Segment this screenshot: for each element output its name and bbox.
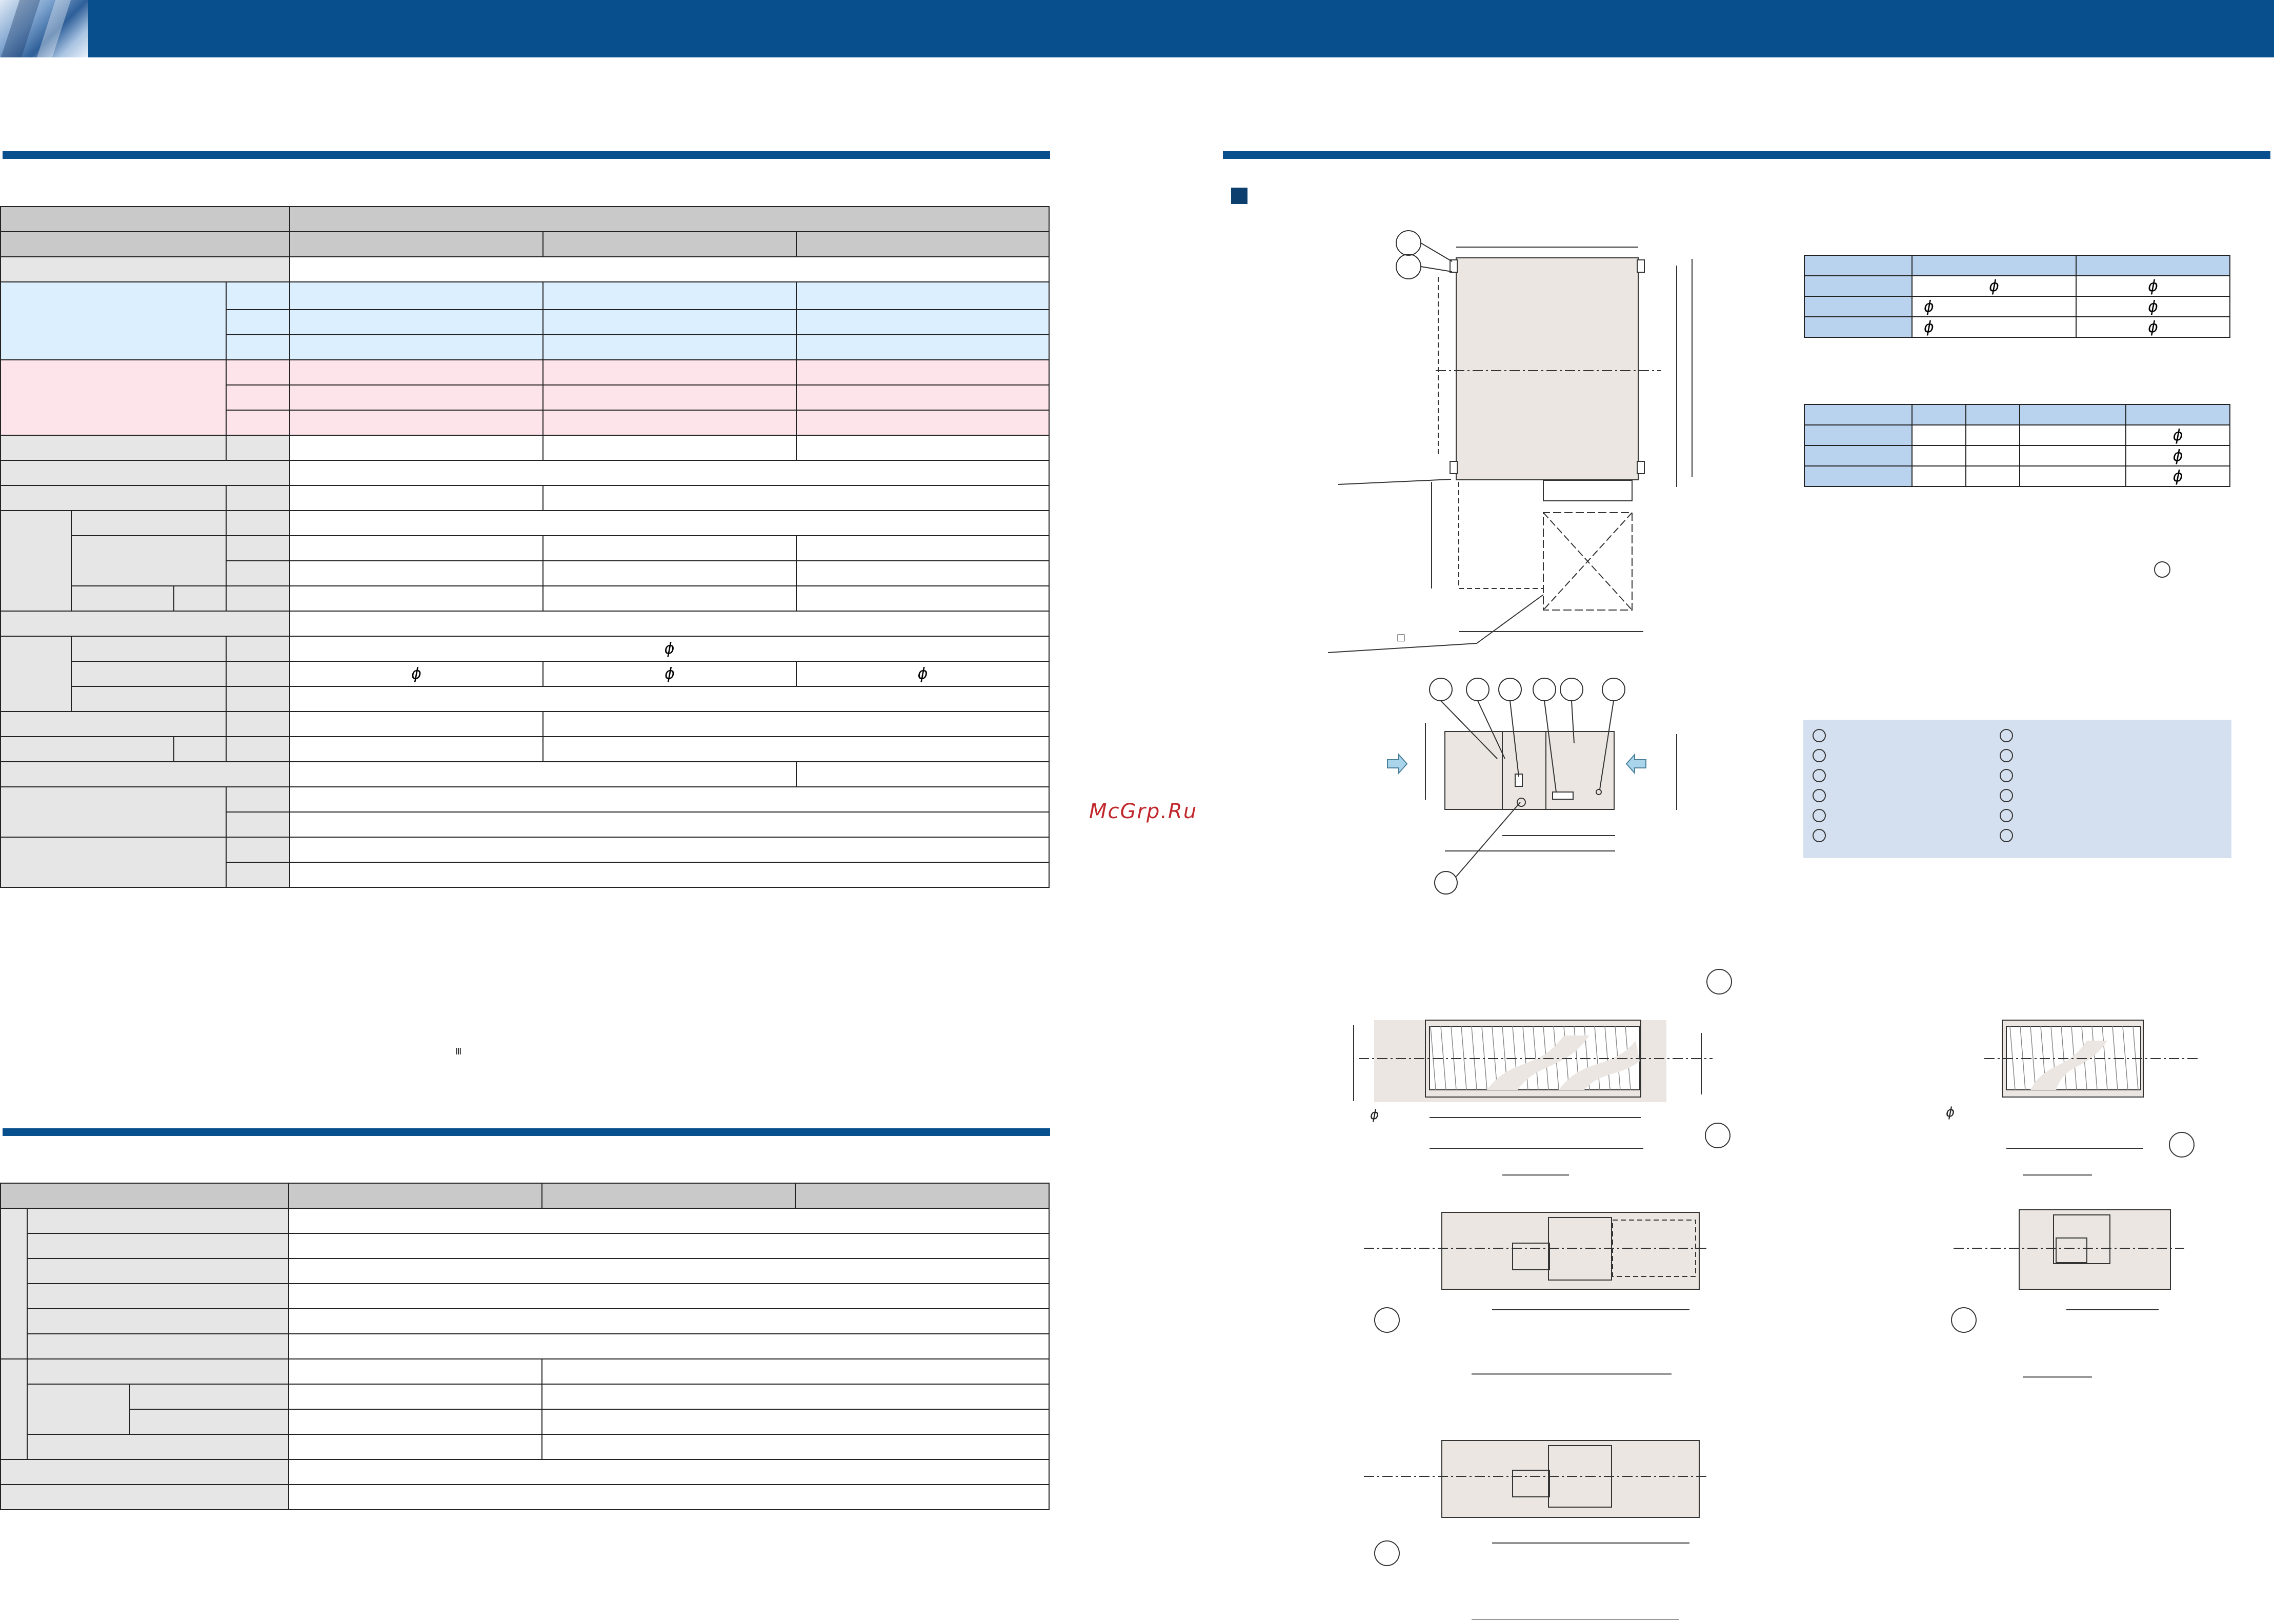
phi-mark: ϕ	[1370, 1107, 1379, 1123]
front-view-small	[1984, 1020, 2200, 1176]
small-square-mark: □	[1397, 632, 1406, 643]
watermark: McGrp.Ru	[1089, 800, 1198, 823]
section-marker-square	[1231, 188, 1247, 204]
phi-symbol: ϕ	[289, 636, 1050, 662]
header-building-photo	[0, 0, 88, 57]
header-band	[0, 0, 2274, 57]
roman-numeral-note: Ⅲ	[455, 1046, 462, 1057]
top-view-drawing	[1327, 230, 1693, 653]
rear-view-large	[1364, 1212, 1707, 1375]
side-view-drawing	[1387, 678, 1677, 895]
section-rule-dimensions	[1223, 151, 2270, 159]
options-table	[0, 1183, 1050, 1510]
phi-symbol: ϕ	[542, 661, 797, 687]
technical-drawings	[1327, 230, 2200, 1620]
phi-mark: ϕ	[1946, 1105, 1955, 1120]
spec-table: ϕ ϕϕϕ	[0, 206, 1050, 888]
front-view-large	[1353, 969, 1732, 1176]
rear-view-large-2	[1364, 1440, 1707, 1620]
rear-view-small	[1951, 1209, 2184, 1378]
phi-symbol: ϕ	[795, 661, 1050, 687]
phi-symbol: ϕ	[289, 661, 544, 687]
section-rule-specs	[3, 151, 1050, 159]
section-rule-options	[3, 1128, 1050, 1136]
